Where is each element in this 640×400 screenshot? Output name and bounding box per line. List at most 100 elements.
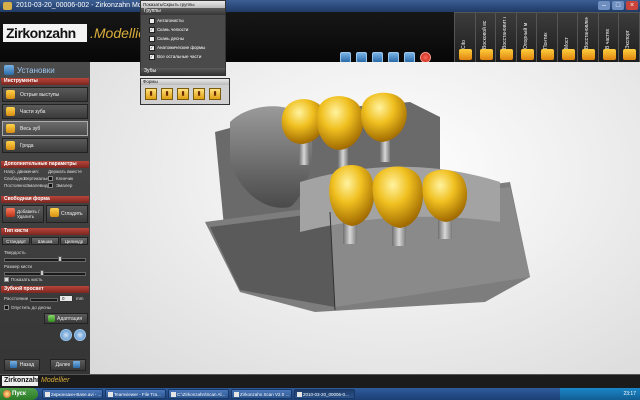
tool-tooth-parts-button[interactable]: Части зуба <box>2 104 88 119</box>
group-item[interactable]: Антагонисты <box>149 18 184 24</box>
check-icon <box>48 315 55 322</box>
brush-size-slider[interactable] <box>4 272 86 276</box>
module-tab-3[interactable]: Опорный м <box>515 12 538 64</box>
status-logo: Zirkonzahn <box>2 376 42 386</box>
show-brush-checkbox[interactable] <box>4 277 9 282</box>
back-button[interactable]: Назад <box>4 359 40 371</box>
module-title: Установки <box>17 66 55 75</box>
hardness-slider-knob[interactable] <box>58 256 62 262</box>
module-tab-6[interactable]: Восстановление <box>577 12 599 64</box>
taskbar-item-label: Zirkonzahn.Scan V2.0 ... <box>240 392 290 397</box>
checkbox-wedge[interactable] <box>48 176 53 181</box>
direction-label: Напр. движения: <box>4 169 39 174</box>
module-tab-8[interactable]: Экспорт <box>618 12 640 64</box>
group-label: Антагонисты <box>157 18 184 24</box>
module-tab-1[interactable]: Восковой вс <box>474 12 497 64</box>
distance-slider[interactable] <box>30 298 58 302</box>
distance-field[interactable]: 0 <box>59 295 73 302</box>
group-item[interactable]: ✓ Скань челюсти <box>149 27 188 33</box>
window-controls: – □ × <box>598 1 638 10</box>
crown-d-icon[interactable]: ▮ <box>193 88 205 100</box>
cusp-icon <box>6 90 15 99</box>
smooth-icon <box>50 208 59 217</box>
group-item[interactable]: Скань десны <box>149 36 184 42</box>
add-remove-icon <box>6 208 15 217</box>
tooth-shapes-panel[interactable]: Формы ▮ ▮ ▮ ▮ ▮ <box>140 78 230 105</box>
group-label: Скань десны <box>157 36 184 42</box>
tool-sharp-cusps-button[interactable]: Острые выступы <box>2 87 88 102</box>
undo-button[interactable] <box>60 329 72 341</box>
section-brush-header: Тип кисти <box>1 228 89 235</box>
adapt-button[interactable]: Адаптация <box>44 313 88 324</box>
taskbar-item[interactable]: 2010-03-20_00006-0... <box>294 389 355 399</box>
next-button[interactable]: Далее <box>50 359 86 371</box>
module-tab-7[interactable]: В частях <box>597 12 620 64</box>
group-checkbox[interactable] <box>149 36 155 42</box>
group-label: Все остальные части <box>157 54 202 60</box>
redo-button[interactable] <box>74 329 86 341</box>
groups-panel-title[interactable]: Показать/Скрыть группы <box>141 1 225 8</box>
taskbar-item-label: C:\Zirkonzahn\Scan Al... <box>177 392 226 397</box>
module-tab-2[interactable]: Восстановит ле <box>495 12 517 64</box>
group-item[interactable]: ✓ Все остальные части <box>149 54 201 60</box>
group-item[interactable]: ✓ Анатомические формы <box>149 45 205 51</box>
ridge-icon <box>6 141 15 150</box>
window-icon <box>108 392 113 397</box>
group-label: Анатомические формы <box>157 45 206 51</box>
pontic-icon <box>541 49 554 60</box>
checkbox-enamel[interactable] <box>48 183 53 188</box>
group-checkbox[interactable] <box>149 18 155 24</box>
group-checkbox[interactable]: ✓ <box>149 45 155 51</box>
module-tab-5[interactable]: Мост <box>556 12 579 64</box>
crown-e-icon[interactable]: ▮ <box>209 88 221 100</box>
tool-whole-tooth-button[interactable]: Весь зуб <box>2 121 88 136</box>
taskbar-item[interactable]: Zirkonzahn.Scan V2.0 ... <box>231 389 292 399</box>
minimize-button[interactable]: – <box>598 1 610 10</box>
tool-ridge-button[interactable]: Гряда <box>2 138 88 153</box>
abutment-icon <box>520 49 534 60</box>
maximize-button[interactable]: □ <box>612 1 624 10</box>
smooth-button[interactable]: Сгладить <box>46 205 88 223</box>
brush-standard-button[interactable]: Стандарт <box>2 237 30 245</box>
group-checkbox[interactable]: ✓ <box>149 54 155 60</box>
section-extra-header: Дополнительные параметры <box>1 161 89 168</box>
start-button[interactable]: Пуск <box>0 388 38 400</box>
lower-to-gum-checkbox[interactable] <box>4 305 9 310</box>
distance-unit: mm <box>76 296 84 301</box>
export-icon <box>623 49 636 60</box>
restore-icon <box>500 49 513 60</box>
crown-a-icon[interactable]: ▮ <box>145 88 157 100</box>
taskbar-item-label: 2ирконзахн-Base.avi - ... <box>51 392 102 397</box>
keep-together-label: Держать вместе <box>48 169 82 174</box>
crown-icon <box>459 49 472 60</box>
3d-viewport[interactable] <box>90 62 640 374</box>
groups-header[interactable]: Группы <box>141 8 225 15</box>
teeth-header[interactable]: Зубы <box>141 68 225 75</box>
windows-logo-icon <box>3 390 11 398</box>
brush-cylinder-button[interactable]: Цилиндр <box>60 237 88 245</box>
group-checkbox[interactable]: ✓ <box>149 27 155 33</box>
groups-panel[interactable]: Показать/Скрыть группы Группы Антагонист… <box>140 0 226 76</box>
hardness-label: Твердость <box>4 250 26 255</box>
module-tab-4[interactable]: Понтик <box>536 12 558 64</box>
tooth-shapes-title: Формы <box>141 79 229 85</box>
taskbar-item[interactable]: 2ирконзахн-Base.avi - ... <box>42 389 103 399</box>
brush-size-slider-knob[interactable] <box>40 270 44 276</box>
module-tab-0[interactable]: Cito <box>454 12 476 64</box>
taskbar-item-label: Teamviewer - File Tra... <box>114 392 161 397</box>
hardness-slider[interactable] <box>4 258 86 262</box>
add-remove-button[interactable]: Добавить / Удалить <box>2 205 44 223</box>
module-tab-label: Мост <box>563 37 570 49</box>
crown-b-icon[interactable]: ▮ <box>161 88 173 100</box>
close-button[interactable]: × <box>626 1 638 10</box>
option-vertical[interactable]: Вертикально <box>24 176 51 181</box>
groups-list: Антагонисты ✓ Скань челюсти Скань десны ✓ Ана… <box>141 15 225 68</box>
brush-cone-button[interactable]: Шишка <box>31 237 59 245</box>
option-free[interactable]: Свободно <box>4 176 25 181</box>
crown-c-icon[interactable]: ▮ <box>177 88 189 100</box>
taskbar-item[interactable]: C:\Zirkonzahn\Scan Al... <box>168 389 229 399</box>
section-tools-header: Инструменты <box>1 78 89 85</box>
taskbar-item[interactable]: Teamviewer - File Tra... <box>105 389 166 399</box>
section-freeform-header: Свободная форма <box>1 196 89 203</box>
option-constant[interactable]: Постоянно <box>4 183 26 188</box>
